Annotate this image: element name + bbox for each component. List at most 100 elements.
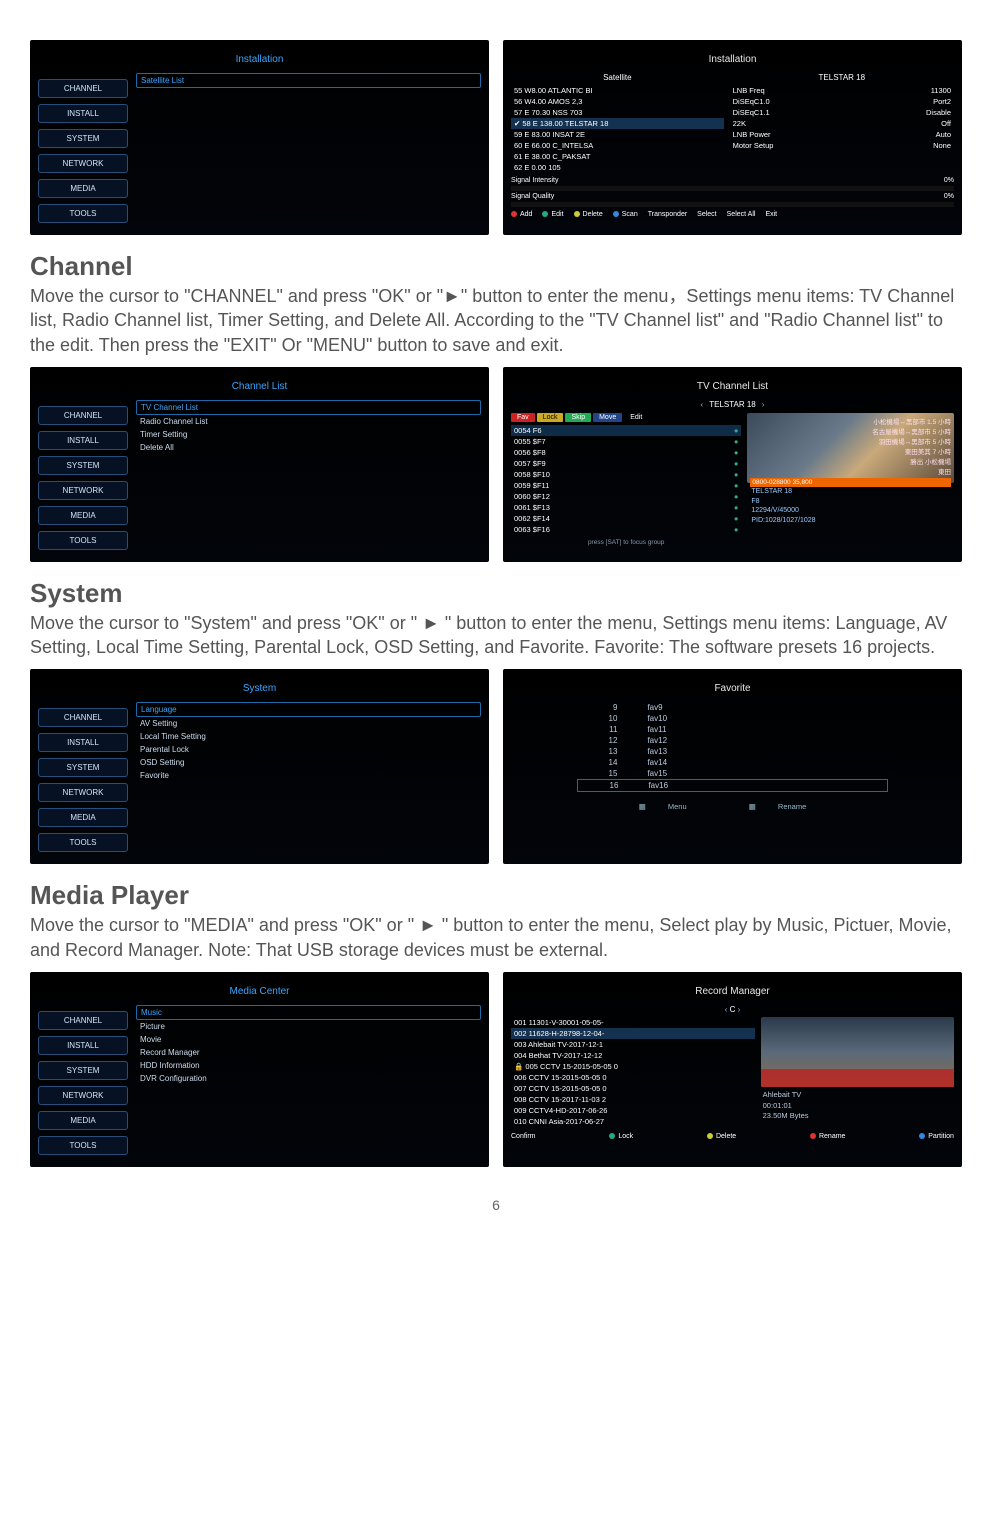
sidebar-item-tools[interactable]: TOOLS (38, 204, 128, 223)
record-info-line: Ahlebait TV (763, 1090, 952, 1101)
param-row[interactable]: 22KOff (730, 118, 954, 129)
favorite-row[interactable]: 9fav9 (577, 702, 887, 713)
satellite-row[interactable]: 56 W4.00 AMOS 2,3 (511, 96, 724, 107)
sidebar-item-channel[interactable]: CHANNEL (38, 1011, 128, 1030)
chip-skip[interactable]: Skip (565, 413, 591, 422)
record-row[interactable]: 010 CNNI Asia-2017-06-27 (511, 1116, 755, 1127)
favorite-row[interactable]: 12fav12 (577, 735, 887, 746)
record-row[interactable]: 🔒 005 CCTV 15-2015-05-05 0 (511, 1061, 755, 1072)
menu-item[interactable]: Movie (136, 1033, 481, 1046)
heading-media: Media Player (30, 880, 962, 911)
satellite-row[interactable]: 62 E 0.00 105 (511, 162, 724, 173)
menu-item[interactable]: Record Manager (136, 1046, 481, 1059)
sidebar-item-channel[interactable]: CHANNEL (38, 79, 128, 98)
param-row[interactable]: DiSEqC1.1Disable (730, 107, 954, 118)
channel-row[interactable]: 0056 $F8● (511, 447, 741, 458)
param-row[interactable]: LNB Freq11300 (730, 85, 954, 96)
preview-line: 勝出 小松機場 (750, 456, 951, 466)
menu-item[interactable]: Favorite (136, 769, 481, 782)
menu-item[interactable]: Local Time Setting (136, 730, 481, 743)
channel-row[interactable]: 0060 $F12● (511, 491, 741, 502)
sidebar-item-install[interactable]: INSTALL (38, 733, 128, 752)
channel-row[interactable]: 0059 $F11● (511, 480, 741, 491)
satellite-row[interactable]: 60 E 66.00 C_INTELSA (511, 140, 724, 151)
channel-row[interactable]: 0058 $F10● (511, 469, 741, 480)
sidebar-item-network[interactable]: NETWORK (38, 154, 128, 173)
menu-item[interactable]: Picture (136, 1020, 481, 1033)
param-row[interactable]: DiSEqC1.0Port2 (730, 96, 954, 107)
channel-row[interactable]: 0061 $F13● (511, 502, 741, 513)
channel-row[interactable]: 0063 $F16● (511, 524, 741, 535)
screen-title: Record Manager (511, 986, 954, 997)
sidebar-item-system[interactable]: SYSTEM (38, 129, 128, 148)
menu-item[interactable]: Radio Channel List (136, 415, 481, 428)
channel-row[interactable]: 0055 $F7● (511, 436, 741, 447)
menu-item[interactable]: Delete All (136, 441, 481, 454)
satellite-row[interactable]: 61 E 38.00 C_PAKSAT (511, 151, 724, 162)
menu-item[interactable]: HDD Information (136, 1059, 481, 1072)
menu-item-satellite-list[interactable]: Satellite List (136, 73, 481, 88)
favorite-row[interactable]: 14fav14 (577, 757, 887, 768)
sidebar-item-media[interactable]: MEDIA (38, 179, 128, 198)
legend-select-all: Select All (727, 211, 756, 218)
sidebar-item-install[interactable]: INSTALL (38, 431, 128, 450)
record-row[interactable]: 001 11301-V-30001-05-05- (511, 1017, 755, 1028)
preview-info-line: F8 (751, 497, 954, 507)
preview-line: 羽田機場↔黑部市 5 小時 (750, 436, 951, 446)
sidebar-item-network[interactable]: NETWORK (38, 1086, 128, 1105)
record-row[interactable]: 008 CCTV 15-2017-11-03 2 (511, 1094, 755, 1105)
sidebar-item-install[interactable]: INSTALL (38, 104, 128, 123)
chip-move[interactable]: Move (593, 413, 622, 422)
chip-edit[interactable]: Edit (624, 413, 648, 422)
satellite-row[interactable]: ✔ 58 E 138.00 TELSTAR 18 (511, 118, 724, 129)
record-row[interactable]: 009 CCTV4-HD-2017-06-26 (511, 1105, 755, 1116)
legend-menu: ▦ Menu (639, 802, 707, 811)
screenshot-installation-satellite: Installation Satellite 55 W8.00 ATLANTIC… (503, 40, 962, 235)
chip-fav[interactable]: Fav (511, 413, 535, 422)
sidebar-item-system[interactable]: SYSTEM (38, 758, 128, 777)
sidebar-item-media[interactable]: MEDIA (38, 808, 128, 827)
chip-lock[interactable]: Lock (537, 413, 564, 422)
channel-row[interactable]: 0062 $F14● (511, 513, 741, 524)
param-row[interactable]: Motor SetupNone (730, 140, 954, 151)
preview-line: 東田 (750, 466, 951, 476)
menu-item[interactable]: Language (136, 702, 481, 717)
preview-line: 小松機場↔黑部市 1.5 小時 (750, 416, 951, 426)
favorite-row[interactable]: 16fav16 (577, 779, 887, 792)
sidebar-item-install[interactable]: INSTALL (38, 1036, 128, 1055)
sidebar-item-system[interactable]: SYSTEM (38, 1061, 128, 1080)
menu-item[interactable]: Music (136, 1005, 481, 1020)
record-row[interactable]: 002 11628-H-28798-12-04- (511, 1028, 755, 1039)
sidebar-item-network[interactable]: NETWORK (38, 783, 128, 802)
favorite-row[interactable]: 11fav11 (577, 724, 887, 735)
favorite-row[interactable]: 15fav15 (577, 768, 887, 779)
sidebar-item-tools[interactable]: TOOLS (38, 833, 128, 852)
favorite-row[interactable]: 10fav10 (577, 713, 887, 724)
satellite-row[interactable]: 57 E 70.30 NSS 703 (511, 107, 724, 118)
record-row[interactable]: 003 Ahlebait TV-2017-12-1 (511, 1039, 755, 1050)
sidebar-item-tools[interactable]: TOOLS (38, 1136, 128, 1155)
menu-item[interactable]: AV Setting (136, 717, 481, 730)
channel-row[interactable]: 0057 $F9● (511, 458, 741, 469)
favorite-row[interactable]: 13fav13 (577, 746, 887, 757)
sidebar-item-network[interactable]: NETWORK (38, 481, 128, 500)
menu-item[interactable]: Parental Lock (136, 743, 481, 756)
satellite-row[interactable]: 59 E 83.00 INSAT 2E (511, 129, 724, 140)
sidebar-item-tools[interactable]: TOOLS (38, 531, 128, 550)
param-row[interactable]: LNB PowerAuto (730, 129, 954, 140)
record-row[interactable]: 007 CCTV 15-2015-05-05 0 (511, 1083, 755, 1094)
record-row[interactable]: 004 Bethat TV-2017-12-12 (511, 1050, 755, 1061)
record-row[interactable]: 006 CCTV 15-2015-05-05 0 (511, 1072, 755, 1083)
menu-item[interactable]: OSD Setting (136, 756, 481, 769)
menu-item[interactable]: TV Channel List (136, 400, 481, 415)
sidebar-item-media[interactable]: MEDIA (38, 1111, 128, 1130)
sidebar-item-media[interactable]: MEDIA (38, 506, 128, 525)
satellite-row[interactable]: 55 W8.00 ATLANTIC BI (511, 85, 724, 96)
menu-item[interactable]: Timer Setting (136, 428, 481, 441)
menu-item[interactable]: DVR Configuration (136, 1072, 481, 1085)
screenshot-media-center: Media Center CHANNELINSTALLSYSTEMNETWORK… (30, 972, 489, 1167)
sidebar-item-channel[interactable]: CHANNEL (38, 708, 128, 727)
sidebar-item-channel[interactable]: CHANNEL (38, 406, 128, 425)
sidebar-item-system[interactable]: SYSTEM (38, 456, 128, 475)
channel-row[interactable]: 0054 F6● (511, 425, 741, 436)
